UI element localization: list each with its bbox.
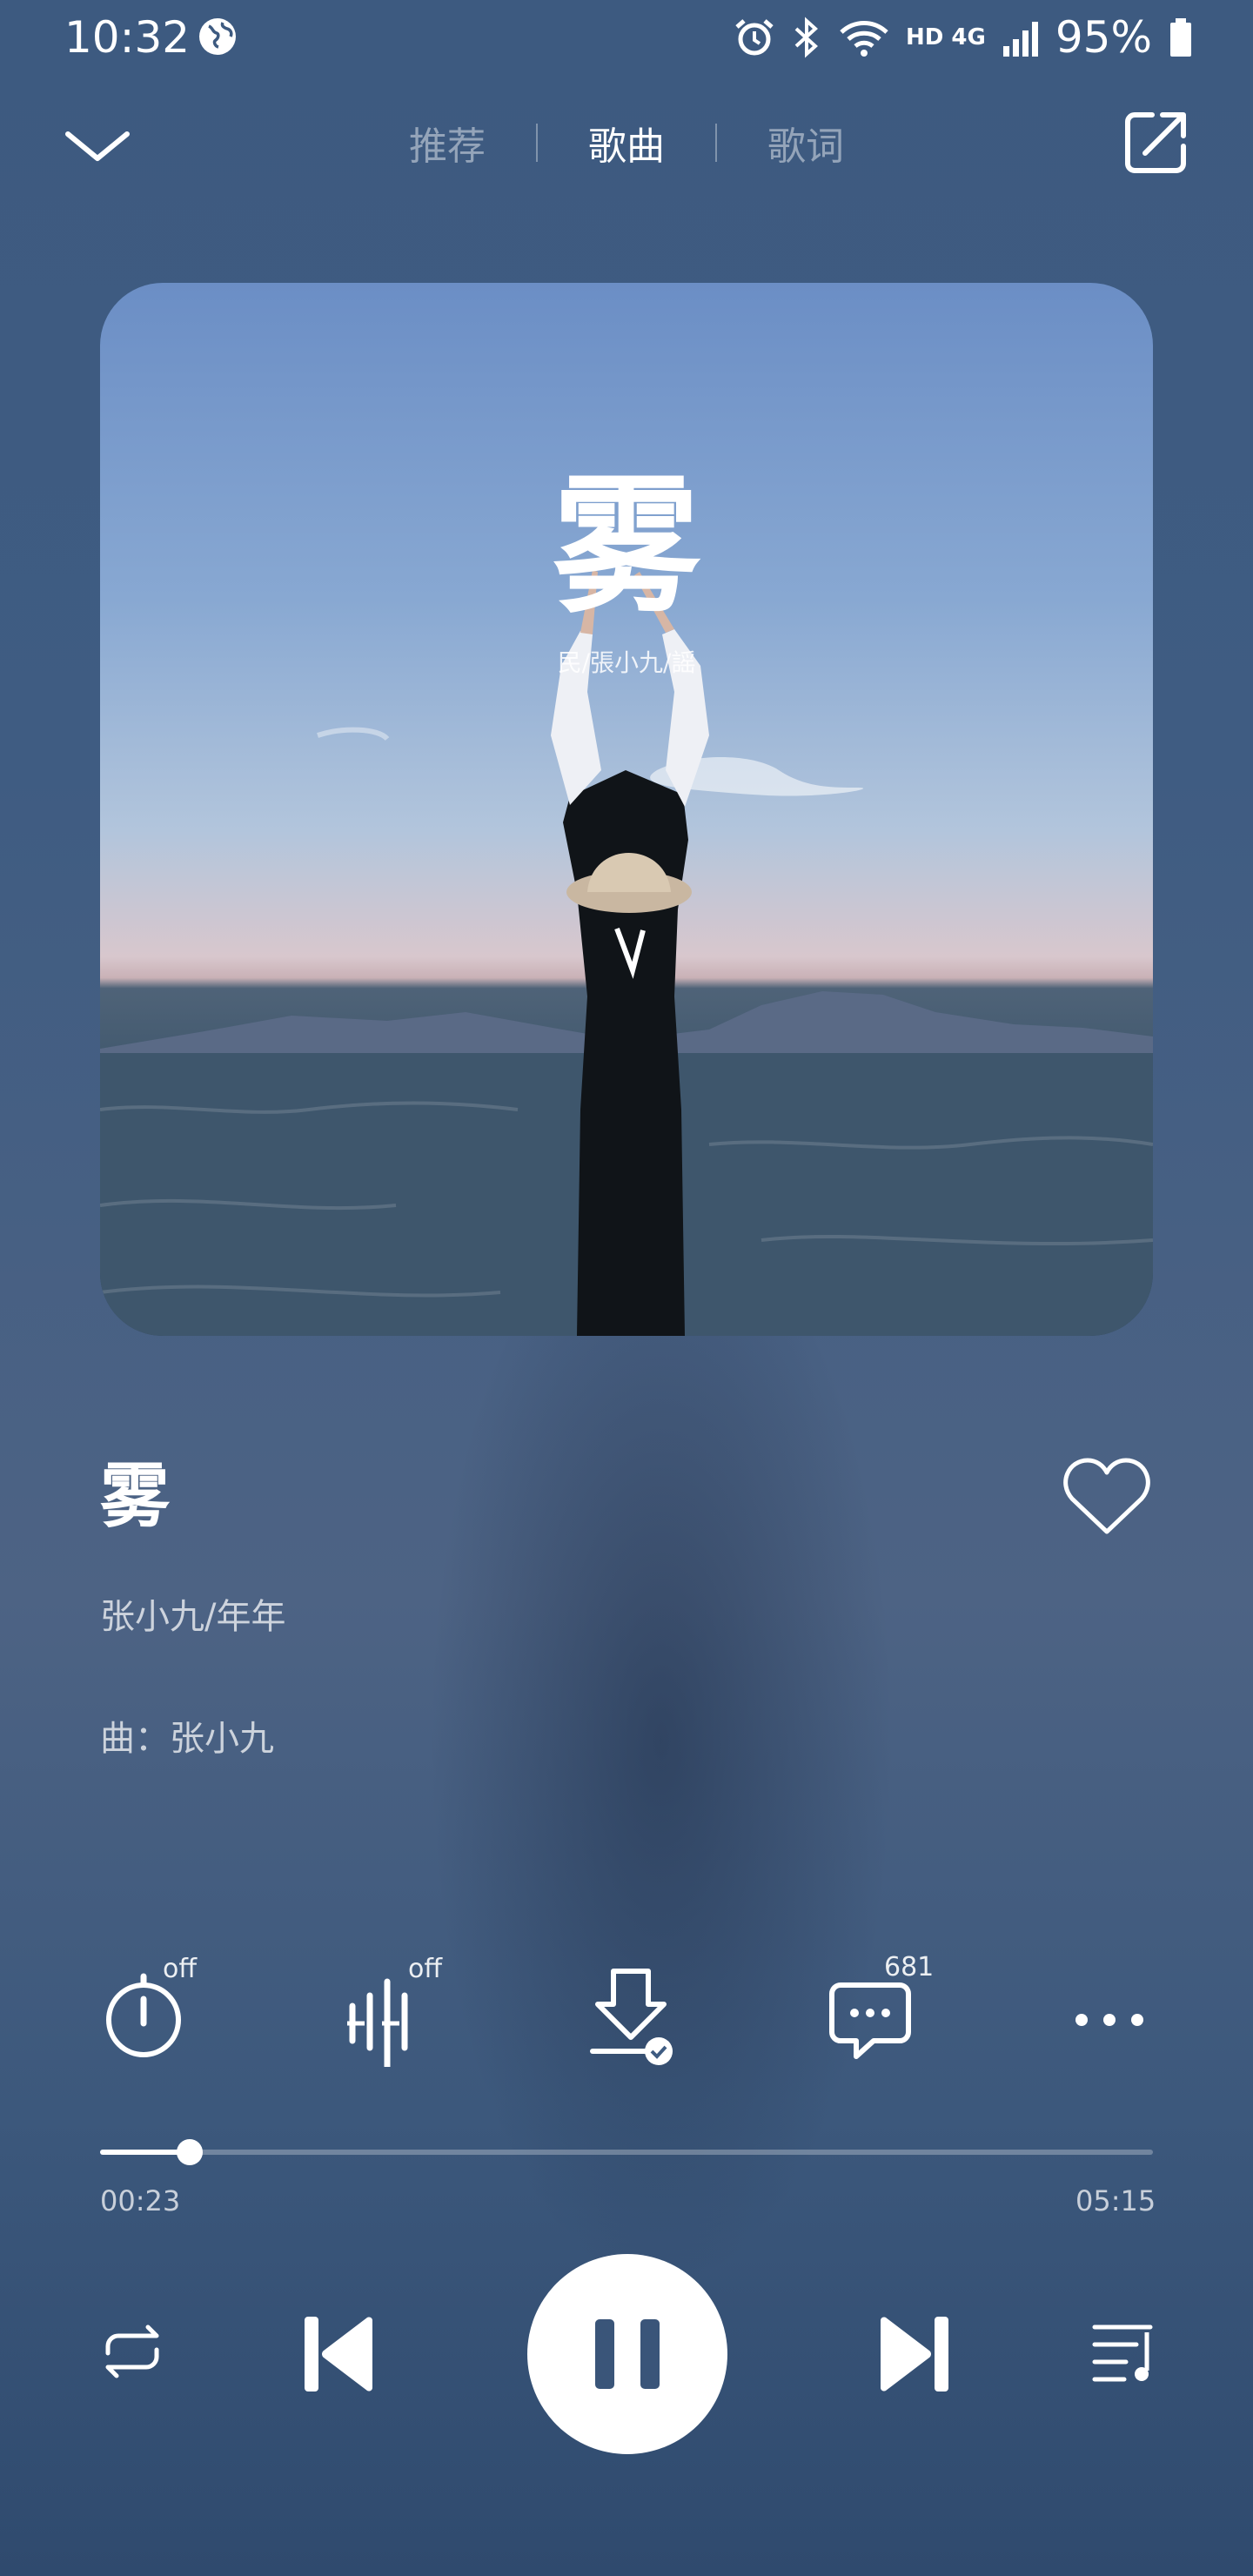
battery-percent: 95% [1055,12,1152,63]
tab-bar: 推荐 歌曲 歌词 [0,115,1253,171]
tab-lyrics[interactable]: 歌词 [717,115,895,171]
status-bar: 10:32 HD 4G 95% [0,0,1253,78]
tab-recommend[interactable]: 推荐 [358,115,536,171]
playlist-icon[interactable] [1089,2318,1159,2388]
share-icon[interactable] [1121,108,1190,178]
network-type: HD 4G [906,24,986,50]
bluetooth-icon [794,17,819,58]
total-time: 05:15 [1075,2184,1156,2217]
status-icons: HD 4G 95% [734,12,1194,63]
album-cover-subtitle: 民/張小九/謡 [557,648,696,677]
pause-button[interactable] [527,2254,727,2454]
current-time: 00:23 [100,2184,181,2217]
wifi-icon [840,21,888,57]
comments-button[interactable]: 681 [827,1952,940,2067]
playback-controls [0,2254,1253,2454]
song-title: 雾 [100,1456,170,1537]
download-done-icon [590,1969,673,2065]
download-button[interactable] [587,1954,683,2067]
sleep-timer-status: off [163,1954,198,1984]
more-icon [1075,2014,1143,2026]
progress-bar[interactable] [100,2139,1153,2165]
pause-icon [595,2319,660,2389]
more-button[interactable] [1066,1954,1153,2067]
heart-icon[interactable] [1062,1455,1152,1539]
action-toolbar: off off 681 [0,1952,1253,2076]
previous-icon[interactable] [301,2313,376,2395]
sound-effect-button[interactable]: off [344,1954,466,2067]
next-icon[interactable] [877,2313,952,2395]
signal-icon [1002,22,1038,57]
album-cover: 雾 民/張小九/謡 [100,283,1153,1336]
alarm-icon [735,19,774,56]
tab-song[interactable]: 歌曲 [538,115,715,171]
album-cover-title: 雾 [552,460,700,634]
sleep-timer-button[interactable]: off [100,1954,213,2067]
globe-icon [199,18,236,55]
comment-count: 681 [884,1952,935,1982]
song-composer: 曲：张小九 [100,1719,274,1759]
top-nav: 推荐 歌曲 歌词 [0,96,1253,191]
battery-icon [1170,18,1191,57]
status-time: 10:32 [64,12,191,63]
song-artist[interactable]: 张小九/年年 [100,1588,285,1639]
sound-effect-status: off [408,1954,443,1984]
repeat-icon[interactable] [96,2315,169,2388]
progress-thumb[interactable] [176,2139,203,2165]
